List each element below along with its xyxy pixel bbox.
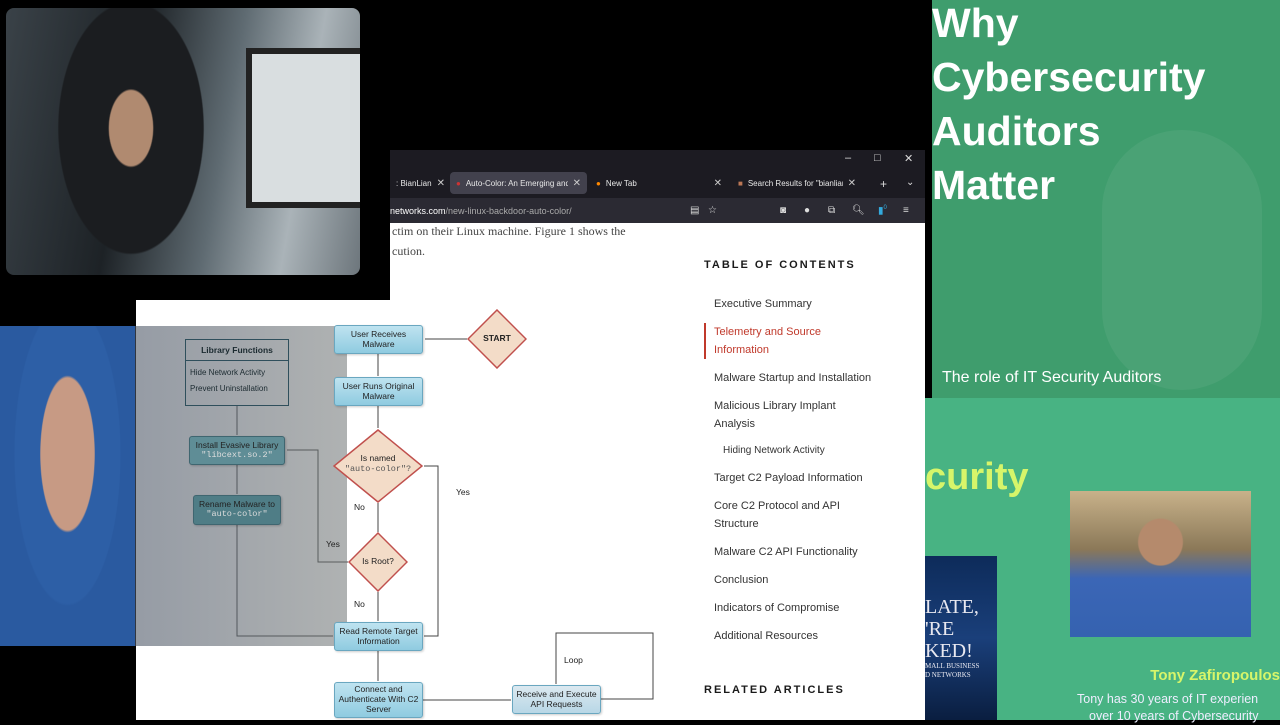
related-articles-heading: RELATED ARTICLES (704, 684, 845, 696)
book-text: MALL BUSINESS (925, 662, 980, 670)
slide-subtitle: The role of IT Security Auditors (942, 369, 1162, 386)
book-text: D NETWORKS (925, 671, 971, 679)
toc-heading: TABLE OF CONTENTS (704, 259, 856, 271)
toc-item[interactable]: Target C2 Payload Information (714, 469, 884, 487)
toc-item[interactable]: Malware Startup and Installation (714, 369, 884, 387)
book-cover: LATE, 'RE KED! MALL BUSINESS D NETWORKS (925, 556, 997, 720)
partial-heading: curity (925, 456, 1029, 498)
flow-library-functions: Library Functions Hide Network Activity P… (185, 339, 289, 406)
no-label: No (354, 502, 365, 512)
start-label: START (483, 333, 511, 343)
toc-subitem[interactable]: Hiding Network Activity (723, 442, 893, 460)
library-title: Library Functions (186, 340, 288, 361)
flow-connect-c2: Connect and Authenticate With C2 Server (334, 682, 423, 718)
flow-install-library: Install Evasive Library "libcext.so.2" (189, 436, 285, 465)
library-item: Hide Network Activity (190, 368, 266, 377)
flow-user-receives: User Receives Malware (334, 325, 423, 354)
title-line: Cybersecurity (932, 54, 1206, 100)
loop-label: Loop (564, 655, 583, 665)
toc-item[interactable]: Executive Summary (714, 295, 884, 313)
title-line: Why (932, 0, 1019, 46)
toc-item[interactable]: Additional Resources (714, 627, 884, 645)
is-root-label: Is Root? (362, 556, 394, 566)
flow-rename-malware: Rename Malware to "auto-color" (193, 495, 281, 525)
flow-is-named: Is named "auto-color"? (333, 429, 423, 503)
toc-item[interactable]: Core C2 Protocol and API Structure (714, 497, 854, 533)
presenter-name: Tony Zafiropoulos (1150, 667, 1280, 684)
yes-label: Yes (326, 539, 340, 549)
rename-code: "auto-color" (206, 509, 268, 519)
library-item: Prevent Uninstallation (190, 384, 268, 393)
flow-is-root: Is Root? (348, 532, 408, 592)
is-named-code: "auto-color"? (344, 463, 412, 474)
flow-start: START (467, 309, 527, 369)
install-code: "libcext.so.2" (201, 449, 273, 460)
toc-item[interactable]: Indicators of Compromise (714, 599, 884, 617)
toc-item[interactable]: Malware C2 API Functionality (714, 543, 884, 561)
toc-item[interactable]: Conclusion (714, 571, 884, 589)
title-line: Auditors (932, 108, 1101, 154)
flow-read-remote: Read Remote Target Information (334, 622, 423, 651)
slide-presenter-panel: curity LATE, 'RE KED! MALL BUSINESS D NE… (925, 398, 1280, 723)
is-named-label: Is named (360, 453, 396, 463)
slide-title-panel: Why Cybersecurity Auditors Matter The ro… (932, 0, 1280, 398)
flow-receive-execute: Receive and Execute API Requests (512, 685, 601, 714)
slide-title: Why Cybersecurity Auditors Matter (932, 0, 1205, 212)
title-line: Matter (932, 162, 1056, 208)
bio-line: over 10 years of Cybersecurity (1089, 709, 1259, 723)
no-label: No (354, 599, 365, 609)
book-text: KED! (925, 640, 973, 662)
toc-item-active[interactable]: Telemetry and Source Information (704, 323, 874, 359)
toc-item[interactable]: Malicious Library Implant Analysis (714, 397, 854, 433)
flow-user-runs: User Runs Original Malware (334, 377, 423, 406)
book-text: 'RE (925, 618, 955, 640)
presenter-photo (1070, 491, 1251, 637)
book-text: LATE, (925, 596, 979, 618)
bio-line: Tony has 30 years of IT experien (1077, 692, 1259, 706)
presenter-webcam (0, 326, 347, 646)
yes-label: Yes (456, 487, 470, 497)
